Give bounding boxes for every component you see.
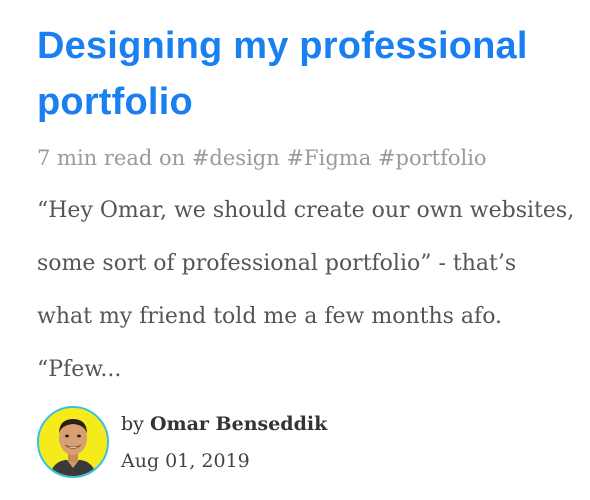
post-meta: 7 min read on #design #Figma #portfolio: [37, 144, 577, 172]
author-name[interactable]: Omar Benseddik: [150, 413, 327, 435]
tag-portfolio[interactable]: #portfolio: [378, 146, 487, 170]
read-time: 7 min read on: [37, 146, 186, 170]
tag-figma[interactable]: #Figma: [286, 146, 371, 170]
author-prefix: by: [121, 413, 144, 435]
post-title[interactable]: Designing my professional portfolio: [37, 18, 577, 130]
post-card: Designing my professional portfolio 7 mi…: [37, 18, 577, 396]
post-date: Aug 01, 2019: [121, 450, 250, 472]
post-excerpt: “Hey Omar, we should create our own webs…: [37, 198, 575, 382]
author-row: by Omar Benseddik Aug 01, 2019: [37, 404, 327, 480]
byline: by Omar Benseddik: [121, 410, 327, 438]
avatar-portrait-icon: [39, 408, 107, 476]
author-info: by Omar Benseddik Aug 01, 2019: [121, 410, 327, 474]
author-avatar[interactable]: [37, 406, 109, 478]
tag-design[interactable]: #design: [192, 146, 280, 170]
